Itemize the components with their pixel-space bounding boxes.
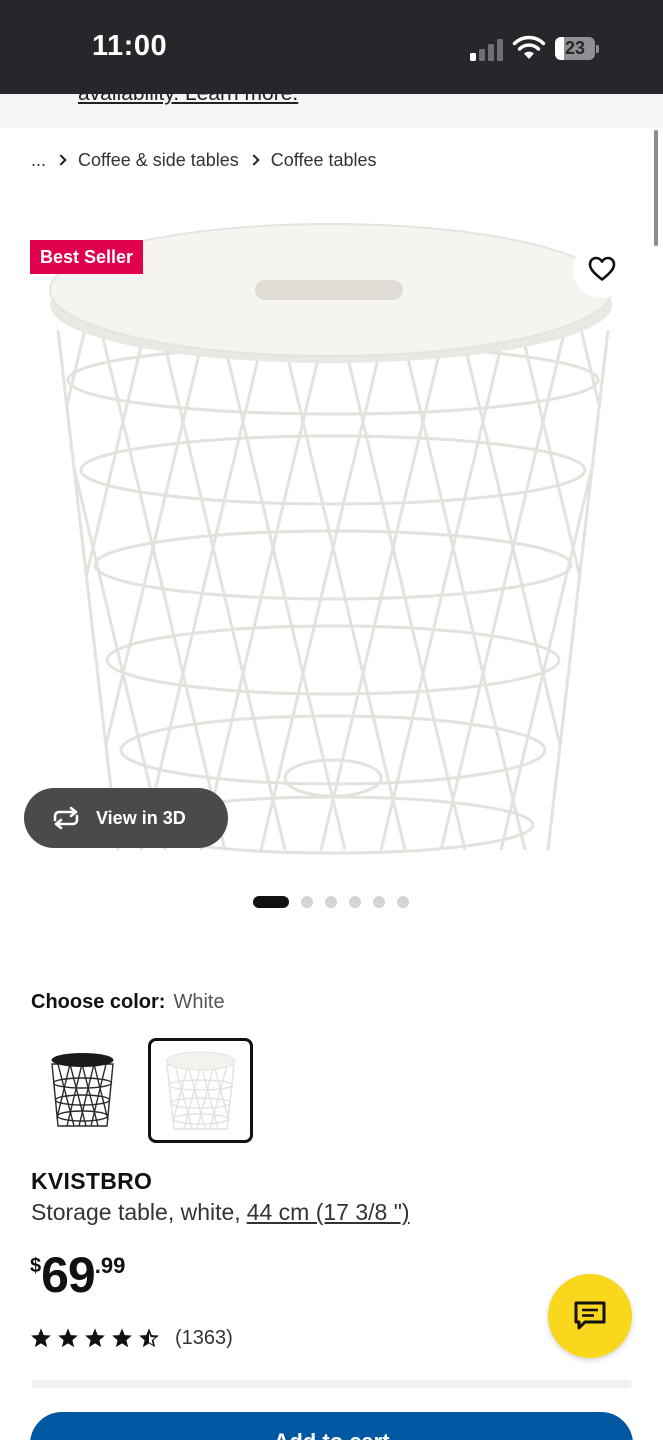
product-type: Storage table, white, <box>31 1199 241 1225</box>
color-swatch-white[interactable] <box>148 1038 253 1143</box>
carousel-dot-1[interactable] <box>253 896 289 908</box>
review-count: (1363) <box>175 1326 233 1349</box>
star-icon <box>112 1328 132 1348</box>
carousel-dot-5[interactable] <box>373 896 385 908</box>
selected-color: White <box>173 991 225 1013</box>
color-swatch-black[interactable] <box>30 1038 135 1143</box>
carousel-dot-4[interactable] <box>349 896 361 908</box>
breadcrumb-coffee-tables[interactable]: Coffee tables <box>271 150 377 171</box>
carousel-dot-6[interactable] <box>397 896 409 908</box>
learn-more-link[interactable]: availability. Learn more. <box>78 94 298 106</box>
section-divider <box>31 1380 632 1388</box>
chevron-right-icon <box>55 154 67 166</box>
choose-color-label: Choose color: <box>31 991 166 1013</box>
chevron-right-icon <box>248 154 260 166</box>
carousel-indicators <box>253 895 421 909</box>
carousel-dot-3[interactable] <box>325 896 337 908</box>
black-table-thumbnail <box>51 1053 114 1127</box>
view-in-3d-label: View in 3D <box>96 807 186 828</box>
cellular-signal-icon <box>470 39 504 61</box>
favorite-button[interactable] <box>573 240 631 298</box>
price-decimal: .99 <box>94 1253 126 1278</box>
add-to-cart-button[interactable]: Add to cart <box>30 1412 633 1440</box>
breadcrumb: ... Coffee & side tables Coffee tables <box>31 149 377 171</box>
rotate-icon <box>53 806 79 830</box>
product-rating[interactable]: (1363) <box>30 1325 233 1351</box>
star-half-icon <box>139 1328 159 1348</box>
chat-bubble-icon <box>574 1301 606 1330</box>
product-size-link[interactable]: 44 cm (17 3/8 ") <box>247 1199 410 1225</box>
product-name: KVISTBRO <box>31 1168 153 1194</box>
product-image[interactable] <box>0 210 663 870</box>
product-description: Storage table, white, 44 cm (17 3/8 ") <box>31 1199 410 1226</box>
breadcrumb-coffee-side-tables[interactable]: Coffee & side tables <box>78 150 239 171</box>
star-icon <box>31 1328 51 1348</box>
product-price: $ 69 .99 <box>30 1250 125 1306</box>
heart-icon <box>588 256 616 281</box>
price-currency: $ <box>30 1255 42 1277</box>
best-seller-badge: Best Seller <box>30 240 144 274</box>
battery-level: 23 <box>564 38 586 58</box>
white-table-thumbnail <box>166 1051 235 1130</box>
star-icon <box>85 1328 105 1348</box>
status-time: 11:00 <box>92 30 168 62</box>
availability-banner: availability. Learn more. <box>0 94 663 128</box>
carousel-dot-2[interactable] <box>301 896 313 908</box>
view-in-3d-button[interactable]: View in 3D <box>24 788 228 848</box>
battery-icon: 23 <box>555 37 599 60</box>
price-integer: 69 <box>41 1247 96 1303</box>
wifi-icon <box>512 35 546 59</box>
chat-button[interactable] <box>548 1274 632 1358</box>
star-icon <box>58 1328 78 1348</box>
color-selector-label: Choose color: White <box>31 991 225 1014</box>
breadcrumb-ellipsis[interactable]: ... <box>31 150 46 171</box>
status-bar: 11:00 23 <box>0 0 663 94</box>
